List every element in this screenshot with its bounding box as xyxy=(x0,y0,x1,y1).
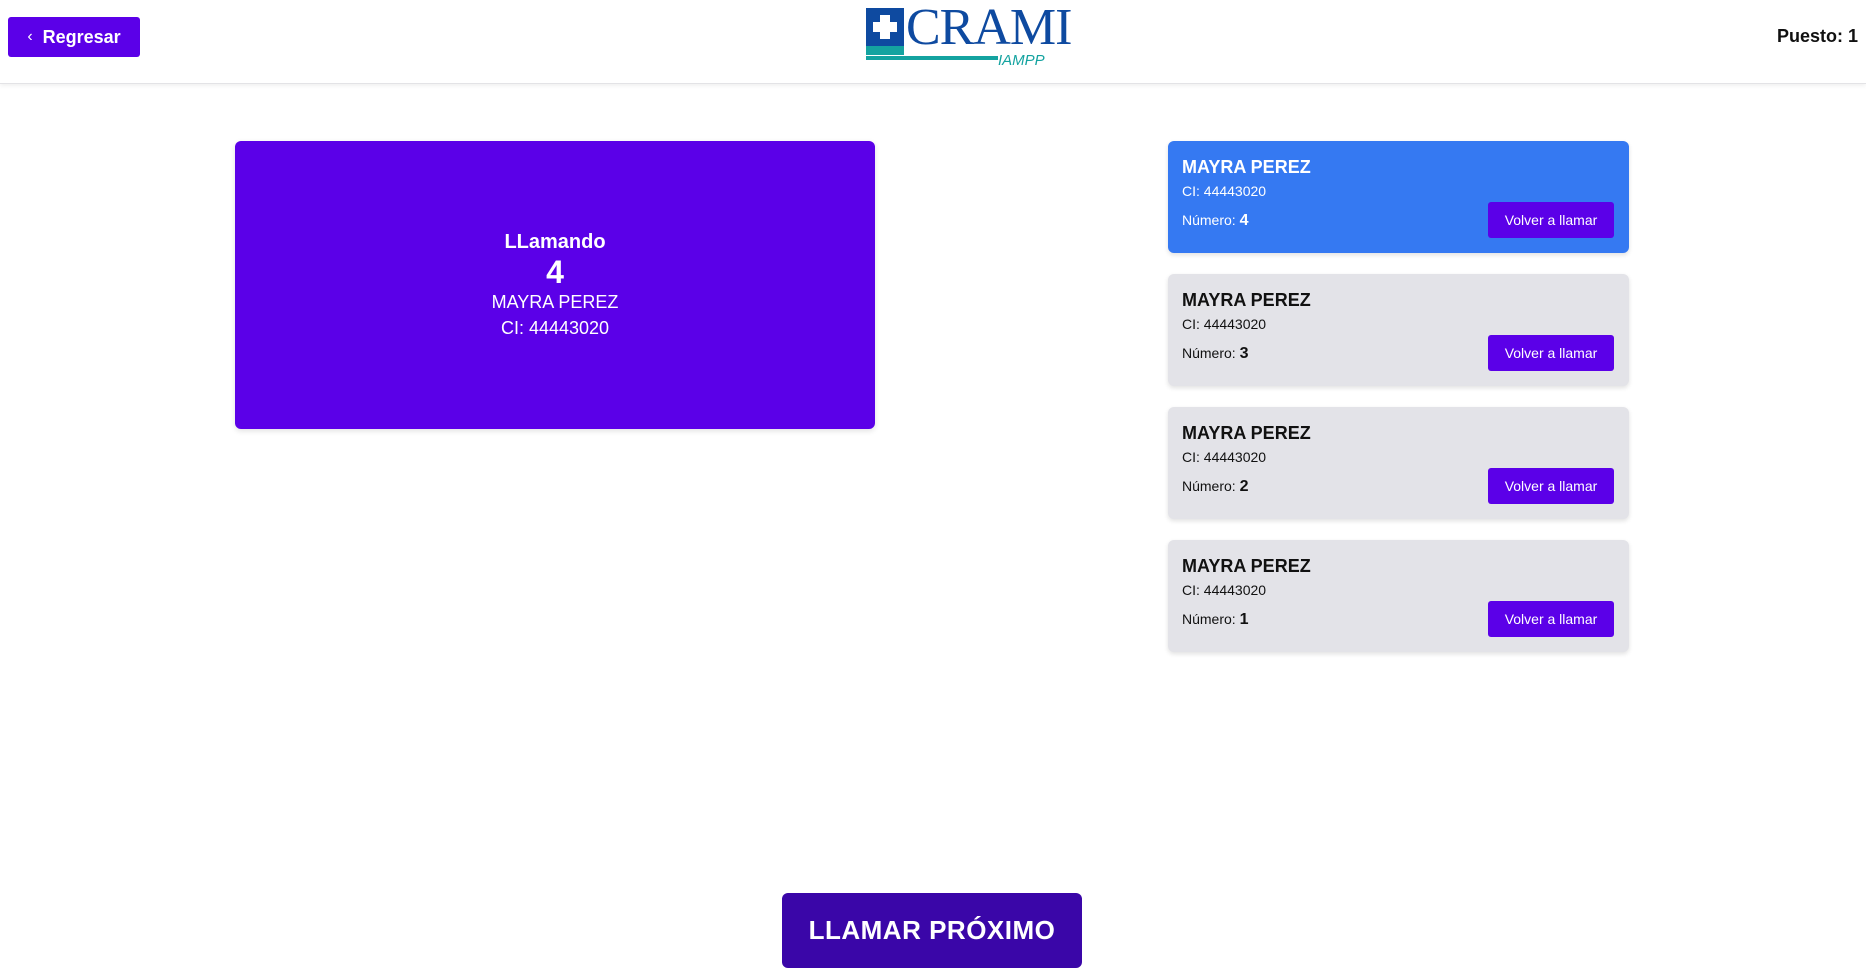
recall-button[interactable]: Volver a llamar xyxy=(1488,335,1614,371)
numero-label: Número: xyxy=(1182,611,1236,627)
numero-value: 4 xyxy=(1239,212,1249,229)
queue-card: MAYRA PEREZ CI: 44443020 Número: 1 Volve… xyxy=(1168,540,1629,652)
numero-label: Número: xyxy=(1182,212,1236,228)
recall-button[interactable]: Volver a llamar xyxy=(1488,601,1614,637)
numero-value: 1 xyxy=(1239,611,1249,628)
queue-card-numero: Número: 3 xyxy=(1182,345,1248,363)
queue-card-ci: CI: 44443020 xyxy=(1182,183,1267,199)
medical-cross-icon xyxy=(866,8,904,46)
queue-card: MAYRA PEREZ CI: 44443020 Número: 4 Volve… xyxy=(1168,141,1629,253)
queue-card-numero: Número: 4 xyxy=(1182,212,1248,230)
calling-card: LLamando 4 MAYRA PEREZ CI: 44443020 xyxy=(235,141,875,429)
call-next-button[interactable]: LLAMAR PRÓXIMO xyxy=(782,893,1082,968)
queue-card-name: MAYRA PEREZ xyxy=(1182,290,1311,310)
logo-brand-text: CRAMI xyxy=(906,0,1072,56)
queue-card-name: MAYRA PEREZ xyxy=(1182,556,1311,576)
logo-teal-block xyxy=(866,46,904,55)
top-bar: ‹ Regresar CRAMI IAMPP Puesto: 1 xyxy=(0,0,1866,84)
numero-label: Número: xyxy=(1182,478,1236,494)
queue-card-ci: CI: 44443020 xyxy=(1182,449,1267,465)
recall-button[interactable]: Volver a llamar xyxy=(1488,468,1614,504)
crami-logo: CRAMI IAMPP xyxy=(866,2,1072,69)
queue-card: MAYRA PEREZ CI: 44443020 Número: 3 Volve… xyxy=(1168,274,1629,386)
calling-title: LLamando xyxy=(504,231,606,253)
calling-number: 4 xyxy=(546,254,564,290)
queue-card-name: MAYRA PEREZ xyxy=(1182,423,1311,443)
back-button-label: Regresar xyxy=(42,26,121,47)
numero-value: 2 xyxy=(1239,478,1249,495)
queue-card-name: MAYRA PEREZ xyxy=(1182,157,1311,177)
numero-value: 3 xyxy=(1239,345,1249,362)
queue-card: MAYRA PEREZ CI: 44443020 Número: 2 Volve… xyxy=(1168,407,1629,519)
queue-card-ci: CI: 44443020 xyxy=(1182,316,1267,332)
calling-name: MAYRA PEREZ xyxy=(491,292,619,312)
queue-card-numero: Número: 1 xyxy=(1182,611,1248,629)
queue-card-ci: CI: 44443020 xyxy=(1182,582,1267,598)
puesto-label: Puesto: 1 xyxy=(1776,26,1858,46)
logo-sub-text: IAMPP xyxy=(998,52,1045,69)
numero-label: Número: xyxy=(1182,345,1236,361)
recall-button[interactable]: Volver a llamar xyxy=(1488,202,1614,238)
queue-card-numero: Número: 2 xyxy=(1182,478,1248,496)
back-button[interactable]: ‹ Regresar xyxy=(8,17,140,57)
calling-ci: CI: 44443020 xyxy=(500,318,610,338)
logo-underline xyxy=(866,56,998,60)
queue-list: MAYRA PEREZ CI: 44443020 Número: 4 Volve… xyxy=(1168,141,1629,673)
chevron-left-icon: ‹ xyxy=(27,28,33,45)
